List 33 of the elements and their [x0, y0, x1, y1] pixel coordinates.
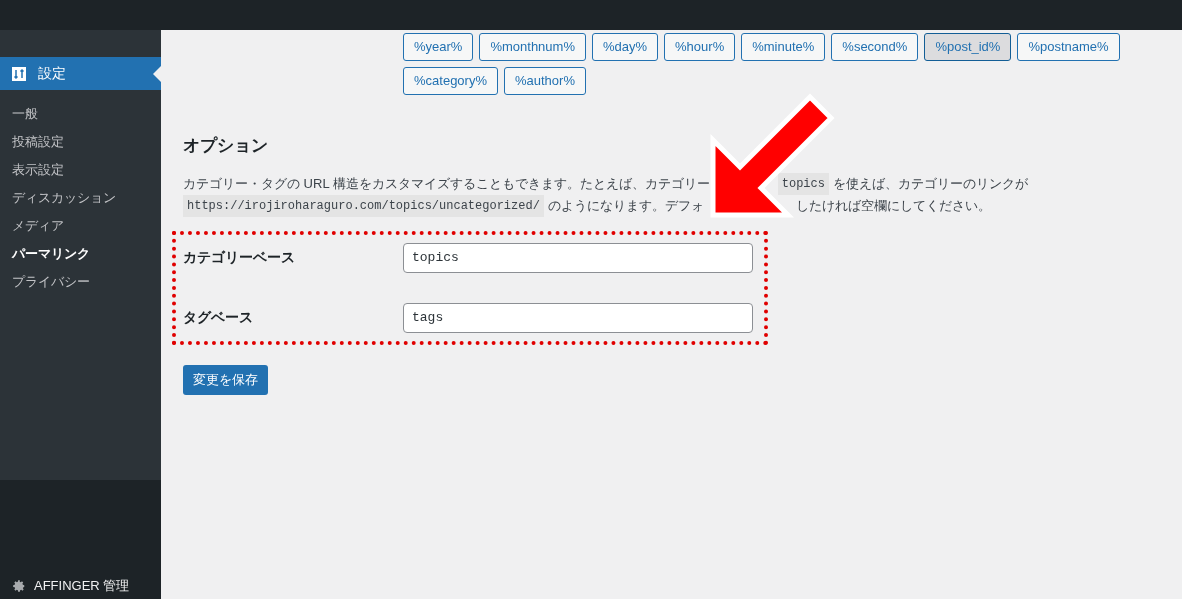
structure-tag-button[interactable]: %monthnum%	[479, 33, 586, 61]
sidebar-current-item[interactable]: 設定	[0, 57, 161, 90]
description-text: を使えば、カテゴリーのリンクが	[832, 174, 1028, 193]
structure-tag-button[interactable]: %day%	[591, 33, 659, 61]
sidebar-item[interactable]: メディア	[0, 212, 161, 240]
structure-tag-button[interactable]: %post_id%	[924, 33, 1012, 61]
description-text: のようになります。デフォ	[547, 196, 704, 215]
input-field[interactable]: topics	[403, 242, 753, 273]
structure-tag-button[interactable]: %minute%	[741, 33, 826, 61]
sidebar-item[interactable]: 一般	[0, 100, 161, 128]
sidebar-item[interactable]: 表示設定	[0, 156, 161, 184]
sidebar-item[interactable]: AFFINGER 管理	[0, 575, 161, 597]
structure-tag-button[interactable]: %postname%	[1017, 33, 1120, 61]
section-heading: オプション	[183, 135, 268, 157]
settings-sliders-icon	[12, 66, 26, 81]
description-text: カテゴリー・タグの URL 構造をカスタマイズすることもできます。たとえば、カテゴリー	[183, 174, 710, 193]
structure-tag-button[interactable]: %category%	[403, 67, 498, 95]
sidebar-item[interactable]: ディスカッション	[0, 184, 161, 212]
structure-tag-button[interactable]: %hour%	[664, 33, 736, 61]
field-label: タグベース	[183, 308, 254, 327]
input-field[interactable]: tags	[403, 302, 753, 333]
field-label: カテゴリーベース	[183, 248, 296, 267]
code-snippet: https://irojiroharaguro.com/topics/uncategorized/	[183, 194, 544, 217]
description-text: したければ空欄にしてください。	[795, 196, 991, 215]
code-snippet: topics	[777, 172, 829, 195]
sidebar-item[interactable]: パーマリンク	[0, 240, 161, 268]
gear-icon	[12, 579, 26, 593]
save-button[interactable]: 変更を保存	[183, 364, 268, 395]
sidebar-item[interactable]: 投稿設定	[0, 128, 161, 156]
structure-tag-button[interactable]: %year%	[403, 33, 474, 61]
sidebar-item[interactable]: プライバシー	[0, 268, 161, 296]
structure-tag-button[interactable]: %second%	[831, 33, 919, 61]
structure-tag-button[interactable]: %author%	[504, 67, 586, 95]
